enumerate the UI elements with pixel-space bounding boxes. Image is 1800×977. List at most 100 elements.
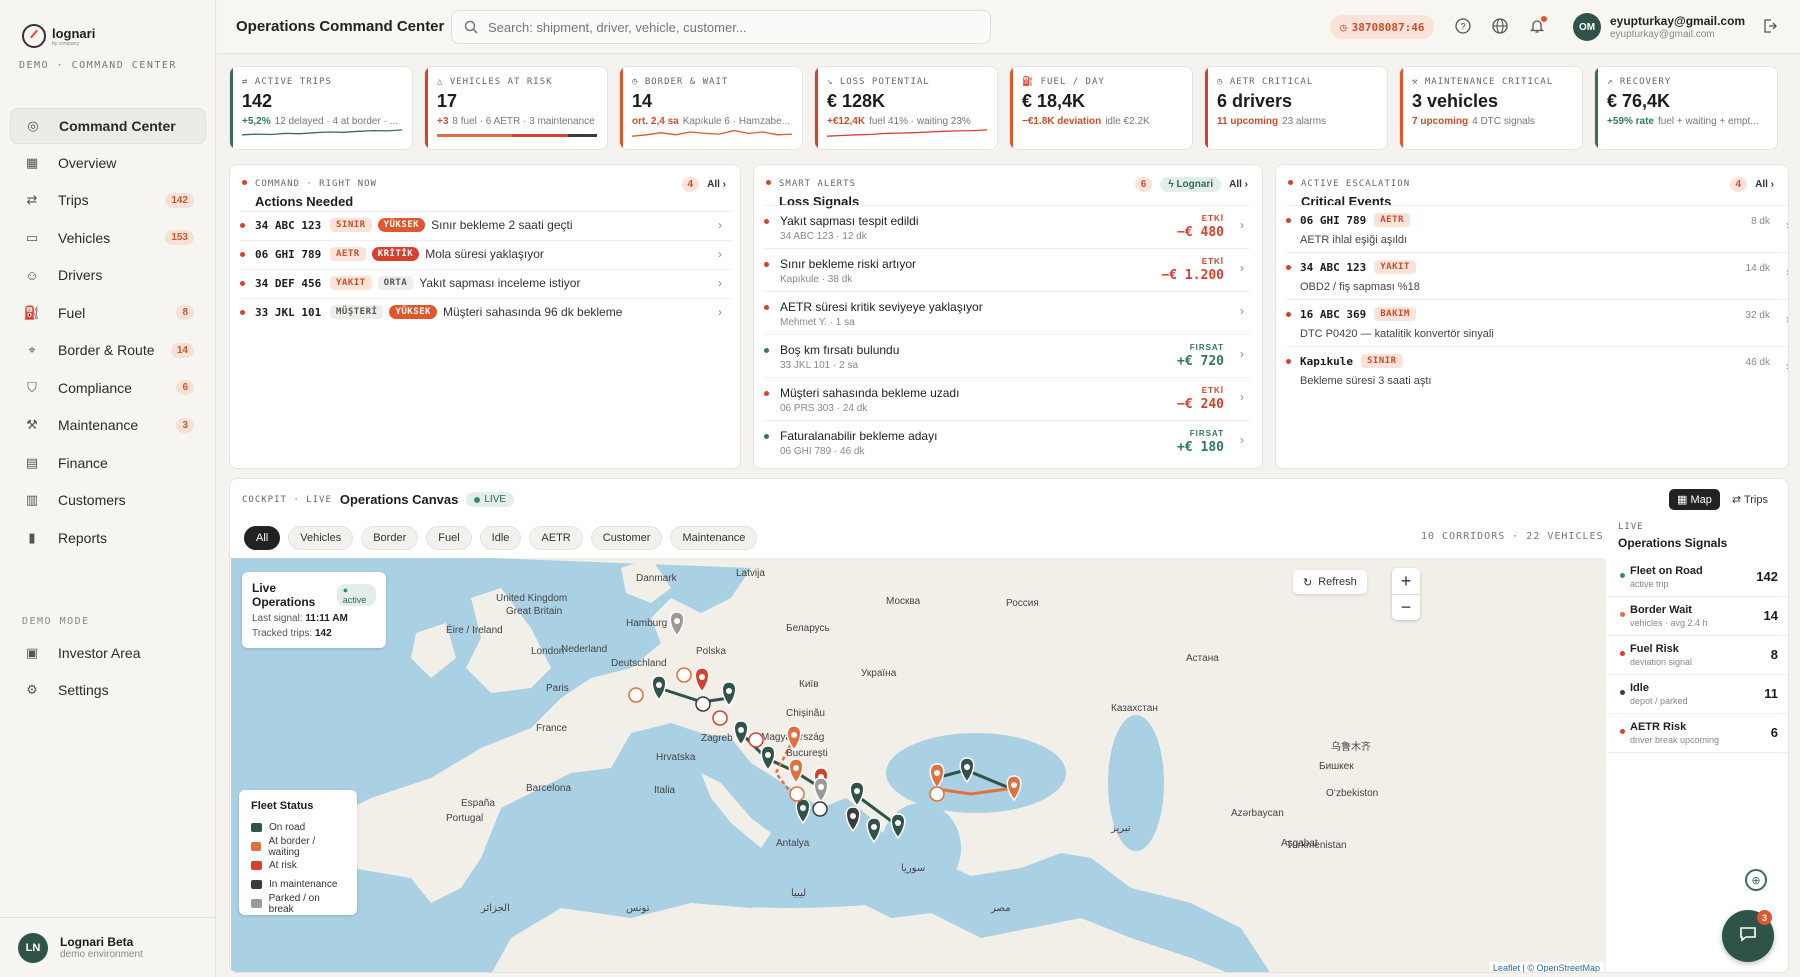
vehicle-pin[interactable]: [795, 798, 811, 825]
sidebar-item-customers[interactable]: ▥ Customers: [10, 482, 206, 520]
vehicle-pin[interactable]: [651, 675, 667, 702]
sidebar-item-drivers[interactable]: ☺ Drivers: [10, 257, 206, 295]
event-marker[interactable]: [676, 667, 692, 683]
signal-row[interactable]: Sınır bekleme riski artıyor Kapıkule · 38…: [764, 248, 1250, 291]
sidebar-item-settings[interactable]: ⚙ Settings: [10, 672, 206, 710]
refresh-button[interactable]: ↻ Refresh: [1293, 570, 1367, 594]
filter-chip-idle[interactable]: Idle: [479, 526, 522, 550]
sidebar-item-fuel[interactable]: ⛽ Fuel 8: [10, 294, 206, 332]
signal-row[interactable]: Müşteri sahasında bekleme uzadı 06 PRS 30…: [764, 377, 1250, 420]
vehicle-pin[interactable]: [890, 813, 906, 840]
action-row[interactable]: 33 JKL 101 MÜŞTERİ YÜKSEK Müşteri sahasında…: [240, 298, 732, 325]
sidebar-user[interactable]: LN Lognari Beta demo environment: [0, 917, 216, 977]
signal-row[interactable]: Faturalanabilir bekleme adayı 06 GHI 789 …: [764, 420, 1250, 463]
vehicle-pin[interactable]: [959, 757, 975, 784]
search-input[interactable]: [488, 19, 968, 35]
sidebar-item-investor-area[interactable]: ▣ Investor Area: [10, 634, 206, 672]
filter-chip-customer[interactable]: Customer: [590, 526, 663, 550]
sidebar-item-vehicles[interactable]: ▭ Vehicles 153: [10, 219, 206, 257]
kpi-card-recovery[interactable]: ↗ RECOVERY € 76,4K +59% rate fuel + waiting…: [1594, 66, 1778, 150]
event-marker[interactable]: [712, 710, 728, 726]
actions-all-link[interactable]: All ›: [707, 179, 726, 190]
map-attribution[interactable]: Leaflet | © OpenStreetMap: [1488, 962, 1604, 972]
event-marker[interactable]: [628, 687, 644, 703]
sidebar-item-command-center[interactable]: ◎ Command Center: [10, 108, 206, 144]
vehicle-pin[interactable]: [845, 806, 861, 833]
filter-chip-aetr[interactable]: AETR: [529, 526, 583, 550]
view-trips-button[interactable]: ⇄ Trips: [1724, 489, 1776, 510]
support-icon[interactable]: ⊕: [1745, 869, 1767, 891]
filter-chip-border[interactable]: Border: [361, 526, 419, 550]
session-timer[interactable]: ◷ 38708087:46: [1330, 15, 1435, 39]
vehicle-pin[interactable]: [786, 725, 802, 752]
vehicle-pin[interactable]: [694, 667, 710, 694]
vehicle-pin[interactable]: [813, 777, 829, 804]
action-row[interactable]: 06 GHI 789 AETR KRİTİK Mola süresi yaklaşıy…: [240, 240, 732, 267]
vehicle-pin[interactable]: [1006, 775, 1022, 802]
sidebar-item-compliance[interactable]: ⛉ Compliance 6: [10, 369, 206, 407]
user-email[interactable]: eyupturkay@gmail.com: [1610, 14, 1745, 28]
filter-chip-all[interactable]: All: [244, 526, 281, 550]
signal-row[interactable]: Boş km fırsatı bulundu 33 JKL 101 · 2 sa F…: [764, 334, 1250, 377]
kpi-card-vehicles-at-risk[interactable]: △ VEHICLES AT RISK 17 +3 8 fuel · 6 AETR · …: [424, 66, 608, 150]
kpi-card-border-wait[interactable]: ◷ BORDER & WAIT 14 ort. 2,4 sa Kapıkule 6 ·…: [619, 66, 803, 150]
kpi-card-aetr-critical[interactable]: ◷ AETR CRITICAL 6 drivers 11 upcoming 23 al…: [1204, 66, 1388, 150]
critical-event-row[interactable]: 34 ABC 123 YAKIT OBD2 / fiş sapması %18 14 …: [1286, 252, 1788, 299]
user-avatar[interactable]: OM: [1573, 13, 1601, 41]
critical-all-link[interactable]: All ›: [1755, 179, 1774, 190]
leaflet-link[interactable]: Leaflet: [1493, 963, 1520, 972]
brand-logo[interactable]: lognari by company: [22, 24, 95, 48]
vehicle-pin[interactable]: [866, 817, 882, 844]
event-marker[interactable]: [789, 786, 805, 802]
signals-all-link[interactable]: All ›: [1229, 179, 1248, 190]
kpi-card-active-trips[interactable]: ⇄ ACTIVE TRIPS 142 +5,2% 12 delayed · 4 at …: [229, 66, 413, 150]
ops-signal-row[interactable]: Idle depot / parked 11: [1608, 675, 1788, 714]
sidebar-item-maintenance[interactable]: ⚒ Maintenance 3: [10, 407, 206, 445]
vehicle-pin[interactable]: [760, 745, 776, 772]
kpi-card-loss-potential[interactable]: ↘ LOSS POTENTIAL € 128K +€12,4K fuel 41% · …: [814, 66, 998, 150]
zoom-in-button[interactable]: +: [1392, 568, 1420, 594]
bell-icon[interactable]: [1527, 16, 1547, 36]
osm-link[interactable]: © OpenStreetMap: [1527, 963, 1600, 972]
event-marker[interactable]: [748, 732, 764, 748]
signal-row[interactable]: Yakıt sapması tespit edildi 34 ABC 123 · …: [764, 205, 1250, 248]
vehicle-pin[interactable]: [721, 681, 737, 708]
sidebar-item-overview[interactable]: ▦ Overview: [10, 144, 206, 182]
kpi-card-fuel-day[interactable]: ⛽ FUEL / DAY € 18,4K −€1.8K deviation idle …: [1009, 66, 1193, 150]
critical-event-row[interactable]: Kapıkule SINIR Bekleme süresi 3 saati aştı…: [1286, 346, 1788, 393]
action-row[interactable]: 34 ABC 123 SINIR YÜKSEK Sınır bekleme 2 saa…: [240, 211, 732, 238]
sidebar-item-border-route[interactable]: ⌖ Border & Route 14: [10, 332, 206, 370]
sidebar-item-finance[interactable]: ▤ Finance: [10, 444, 206, 482]
ops-signal-row[interactable]: Fuel Risk deviation signal 8: [1608, 636, 1788, 675]
sidebar-item-reports[interactable]: ▮ Reports: [10, 519, 206, 557]
map-canvas[interactable]: Danmark Latvija Hamburg United Kingdom Great…: [231, 558, 1606, 973]
event-marker[interactable]: [695, 696, 711, 712]
kpi-card-maintenance-critical[interactable]: ⚒ MAINTENANCE CRITICAL 3 vehicles 7 upcomi…: [1399, 66, 1583, 150]
filter-chip-maintenance[interactable]: Maintenance: [670, 526, 758, 550]
view-map-button[interactable]: ▦ Map: [1669, 489, 1720, 510]
chat-button[interactable]: 3: [1722, 910, 1774, 962]
sidebar-item-trips[interactable]: ⇄ Trips 142: [10, 182, 206, 220]
ops-signal-row[interactable]: AETR Risk driver break upcoming 6: [1608, 714, 1788, 753]
ops-signal-row[interactable]: Fleet on Road active trip 142: [1608, 558, 1788, 597]
logout-icon[interactable]: [1760, 16, 1780, 36]
signal-row[interactable]: AETR süresi kritik seviyeye yaklaşıyor Me…: [764, 291, 1250, 334]
zoom-out-button[interactable]: −: [1392, 594, 1420, 620]
vehicle-pin[interactable]: [788, 758, 804, 785]
search-box[interactable]: [451, 10, 991, 44]
vehicle-pin[interactable]: [849, 781, 865, 808]
vehicle-pin[interactable]: [733, 720, 749, 747]
lognari-chip[interactable]: ϟ Lognari: [1160, 177, 1222, 192]
vehicle-pin[interactable]: [929, 763, 945, 790]
filter-chip-fuel[interactable]: Fuel: [426, 526, 472, 550]
help-icon[interactable]: ?: [1453, 16, 1473, 36]
filter-chip-vehicles[interactable]: Vehicles: [288, 526, 354, 550]
critical-event-row[interactable]: 16 ABC 369 BAKIM DTC P0420 — katalitik kon…: [1286, 299, 1788, 346]
event-marker[interactable]: [929, 786, 945, 802]
vehicle-pin[interactable]: [669, 611, 685, 638]
critical-event-row[interactable]: 06 GHI 789 AETR AETR ihlal eşiği aşıldı 8 d…: [1286, 205, 1788, 252]
globe-icon[interactable]: [1490, 16, 1510, 36]
vehicle-markers[interactable]: [231, 558, 1606, 973]
event-marker[interactable]: [812, 801, 828, 817]
ops-signal-row[interactable]: Border Wait vehicles · avg 2.4 h 14: [1608, 597, 1788, 636]
